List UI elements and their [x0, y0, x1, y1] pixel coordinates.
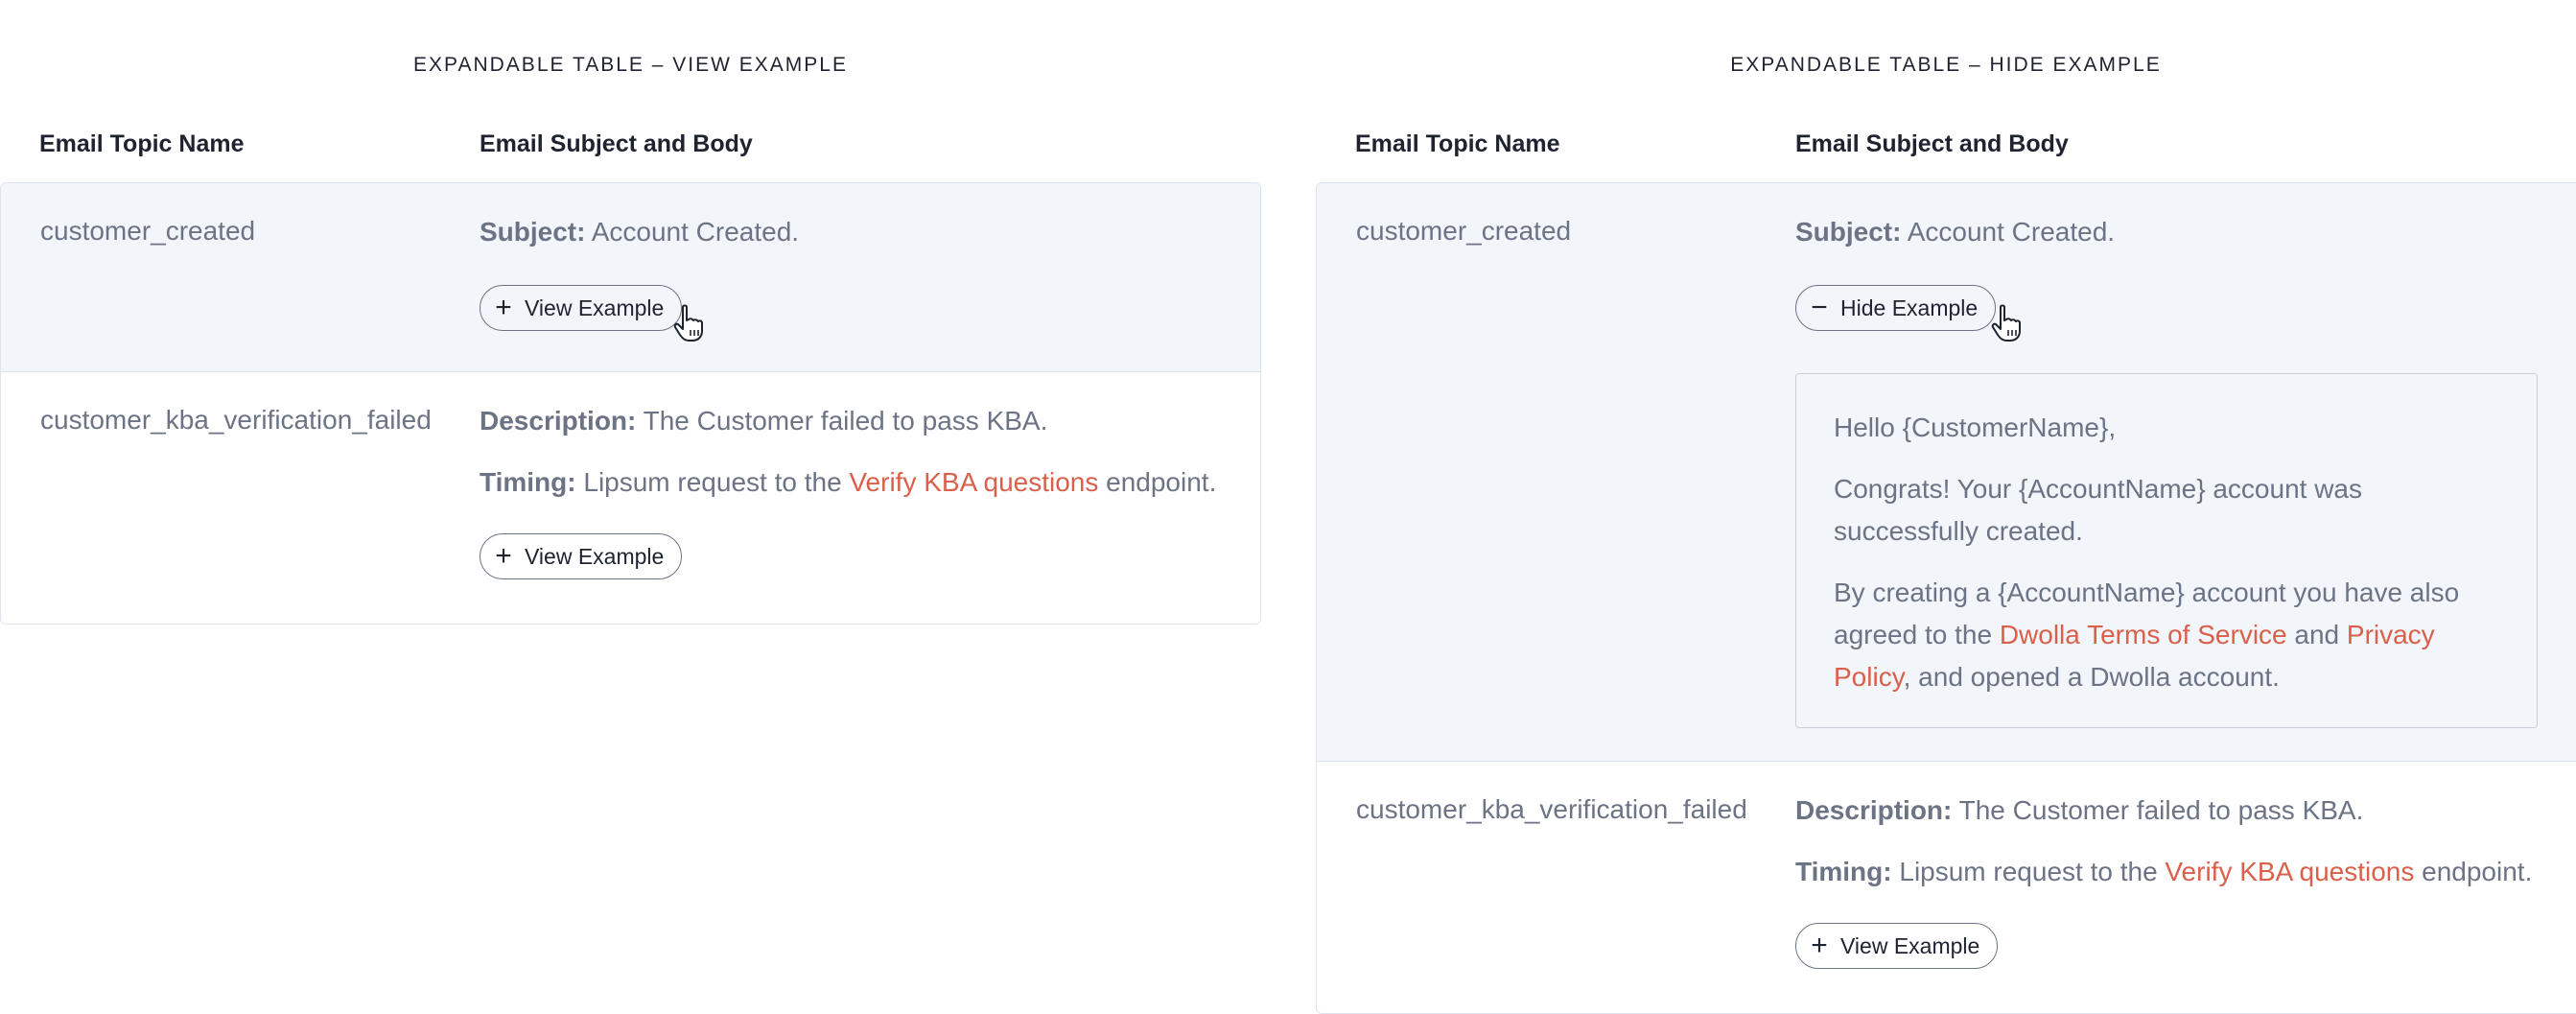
example-text: Congrats! Your {AccountName} account was: [1834, 474, 2363, 504]
example-text: successfully created.: [1834, 516, 2083, 546]
plus-icon: +: [495, 540, 512, 572]
view-example-button[interactable]: + View Example: [480, 285, 683, 331]
subject-line: Subject: Account Created.: [480, 216, 1231, 248]
subject-body-cell: Subject: Account Created.: [1795, 216, 2547, 248]
panel-title: EXPANDABLE TABLE – VIEW EXAMPLE: [413, 54, 848, 76]
column-header-topic: Email Topic Name: [39, 130, 245, 157]
timing-text-end: endpoint.: [1098, 467, 1217, 497]
description-label: Description:: [1795, 795, 1953, 825]
table-row: customer_kba_verification_failed Descrip…: [1317, 762, 2576, 1013]
table-row: customer_created Subject: Account Create…: [1, 183, 1260, 372]
view-example-button[interactable]: + View Example: [1795, 923, 1999, 969]
subject-text: Account Created.: [585, 217, 800, 247]
timing-label: Timing:: [1795, 857, 1892, 886]
example-greeting: Hello {CustomerName},: [1834, 413, 2117, 442]
hide-example-button[interactable]: − Hide Example: [1795, 285, 1997, 331]
example-text: and: [2286, 620, 2347, 649]
topic-name: customer_created: [1356, 216, 1572, 246]
subject-label: Subject:: [480, 217, 586, 247]
column-header-subject-body: Email Subject and Body: [480, 130, 753, 157]
plus-icon: +: [495, 292, 512, 323]
expandable-table: customer_created Subject: Account Create…: [0, 182, 1261, 625]
privacy-policy-link[interactable]: Privacy: [2347, 620, 2435, 649]
terms-of-service-link[interactable]: Dwolla Terms of Service: [2000, 620, 2287, 649]
column-header-subject-body: Email Subject and Body: [1795, 130, 2069, 157]
example-text: By creating a {AccountName} account you …: [1834, 578, 2460, 607]
example-paragraph: Congrats! Your {AccountName} account was…: [1834, 468, 2500, 553]
timing-text: Lipsum request to the: [575, 467, 850, 497]
verify-kba-link[interactable]: Verify KBA questions: [849, 467, 1098, 497]
subject-line: Subject: Account Created.: [1795, 216, 2547, 248]
timing-line: Timing: Lipsum request to the Verify KBA…: [1795, 856, 2547, 888]
topic-name: customer_kba_verification_failed: [40, 405, 432, 435]
button-label: View Example: [525, 295, 665, 320]
privacy-policy-link[interactable]: Policy: [1834, 662, 1904, 692]
hand-pointer-icon: [1991, 304, 2021, 342]
plus-icon: +: [1811, 930, 1828, 961]
topic-name: customer_created: [40, 216, 256, 246]
timing-label: Timing:: [480, 467, 576, 497]
subject-label: Subject:: [1795, 217, 1902, 247]
description-text: The Customer failed to pass KBA.: [636, 406, 1048, 436]
column-header-topic: Email Topic Name: [1355, 130, 1560, 157]
email-example-box: Hello {CustomerName}, Congrats! Your {Ac…: [1795, 373, 2538, 728]
subject-body-cell: Description: The Customer failed to pass…: [1795, 794, 2547, 888]
subject-text: Account Created.: [1901, 217, 2116, 247]
timing-line: Timing: Lipsum request to the Verify KBA…: [480, 466, 1231, 499]
timing-text-end: endpoint.: [2414, 857, 2533, 886]
description-line: Description: The Customer failed to pass…: [480, 405, 1231, 437]
table-header: Email Topic Name Email Subject and Body: [1316, 130, 2576, 159]
example-paragraph: By creating a {AccountName} account you …: [1834, 572, 2500, 698]
subject-body-cell: Description: The Customer failed to pass…: [480, 405, 1231, 499]
topic-name: customer_kba_verification_failed: [1356, 794, 1747, 824]
table-header: Email Topic Name Email Subject and Body: [0, 130, 1261, 159]
hand-pointer-icon: [673, 304, 703, 342]
panel-title: EXPANDABLE TABLE – HIDE EXAMPLE: [1730, 54, 2162, 76]
button-label: View Example: [1840, 932, 1980, 958]
verify-kba-link[interactable]: Verify KBA questions: [2165, 857, 2414, 886]
expandable-table: customer_created Subject: Account Create…: [1316, 182, 2576, 1014]
example-text: agreed to the: [1834, 620, 2000, 649]
description-text: The Customer failed to pass KBA.: [1952, 795, 2364, 825]
table-row: customer_created Subject: Account Create…: [1317, 183, 2576, 762]
view-example-button[interactable]: + View Example: [480, 533, 683, 579]
description-line: Description: The Customer failed to pass…: [1795, 794, 2547, 827]
description-label: Description:: [480, 406, 637, 436]
table-row: customer_kba_verification_failed Descrip…: [1, 372, 1260, 624]
button-label: Hide Example: [1840, 295, 1979, 320]
subject-body-cell: Subject: Account Created.: [480, 216, 1231, 248]
button-label: View Example: [525, 543, 665, 569]
example-text: , and opened a Dwolla account.: [1903, 662, 2280, 692]
timing-text: Lipsum request to the: [1891, 857, 2166, 886]
minus-icon: −: [1811, 292, 1828, 323]
